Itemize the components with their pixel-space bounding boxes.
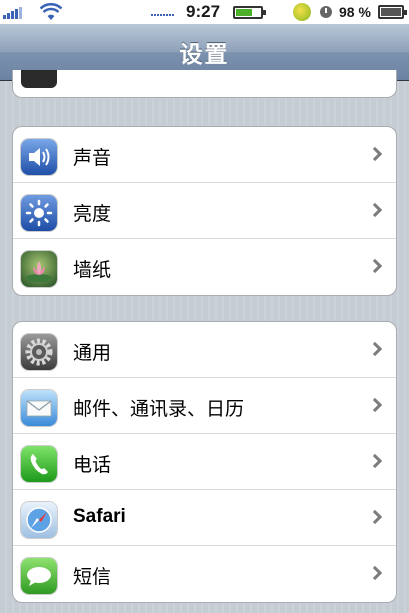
chevron-right-icon [367, 397, 383, 413]
battery-icon [378, 5, 407, 19]
page-title: 设置 [179, 42, 230, 68]
chevron-right-icon [367, 341, 383, 357]
settings-row-messages[interactable]: 短信 [13, 546, 396, 602]
settings-row-label: 亮度 [73, 203, 112, 225]
brightness-icon [21, 195, 57, 231]
small-battery-icon [233, 6, 266, 19]
app-status-icon [293, 3, 311, 21]
settings-row-label: 邮件、通讯录、日历 [73, 398, 245, 420]
settings-row-phone[interactable]: 电话 [13, 434, 396, 490]
chevron-right-icon [367, 202, 383, 218]
chevron-right-icon [367, 146, 383, 162]
partial-settings-group [12, 70, 397, 98]
battery-percent: 98 % [339, 4, 371, 20]
settings-group-apps: 通用 邮件、通讯录、日历 电话 Safari 短信 [12, 321, 397, 603]
gear-icon [21, 334, 57, 370]
settings-row-general[interactable]: 通用 [13, 322, 396, 378]
settings-row-sound[interactable]: 声音 [13, 127, 396, 183]
partial-row-icon [21, 70, 57, 88]
settings-row-safari[interactable]: Safari [13, 490, 396, 546]
status-bar: 9:27 98 % [0, 0, 409, 24]
settings-row-label: 短信 [73, 566, 112, 588]
settings-row-label: 声音 [73, 147, 112, 169]
settings-row-wallpaper[interactable]: 墙纸 [13, 239, 396, 295]
settings-row-label: 墙纸 [73, 259, 112, 281]
chevron-right-icon [367, 453, 383, 469]
signal-strength-icon [3, 7, 22, 19]
settings-row-label: 电话 [73, 454, 112, 476]
sound-icon [21, 139, 57, 175]
wallpaper-icon [21, 251, 57, 287]
messages-icon [21, 558, 57, 594]
settings-row-mail-contacts-calendar[interactable]: 邮件、通讯录、日历 [13, 378, 396, 434]
wifi-icon [40, 3, 62, 20]
alarm-clock-icon [320, 6, 332, 18]
settings-row-brightness[interactable]: 亮度 [13, 183, 396, 239]
mail-icon [21, 390, 57, 426]
chevron-right-icon [367, 565, 383, 581]
settings-row-label: Safari [73, 506, 126, 527]
network-activity-icon [151, 14, 174, 16]
phone-icon [21, 446, 57, 482]
settings-group-display: 声音 亮度 墙纸 [12, 126, 397, 296]
settings-row-label: 通用 [73, 342, 112, 364]
chevron-right-icon [367, 509, 383, 525]
safari-icon [21, 502, 57, 538]
chevron-right-icon [367, 258, 383, 274]
status-time: 9:27 [186, 2, 221, 21]
